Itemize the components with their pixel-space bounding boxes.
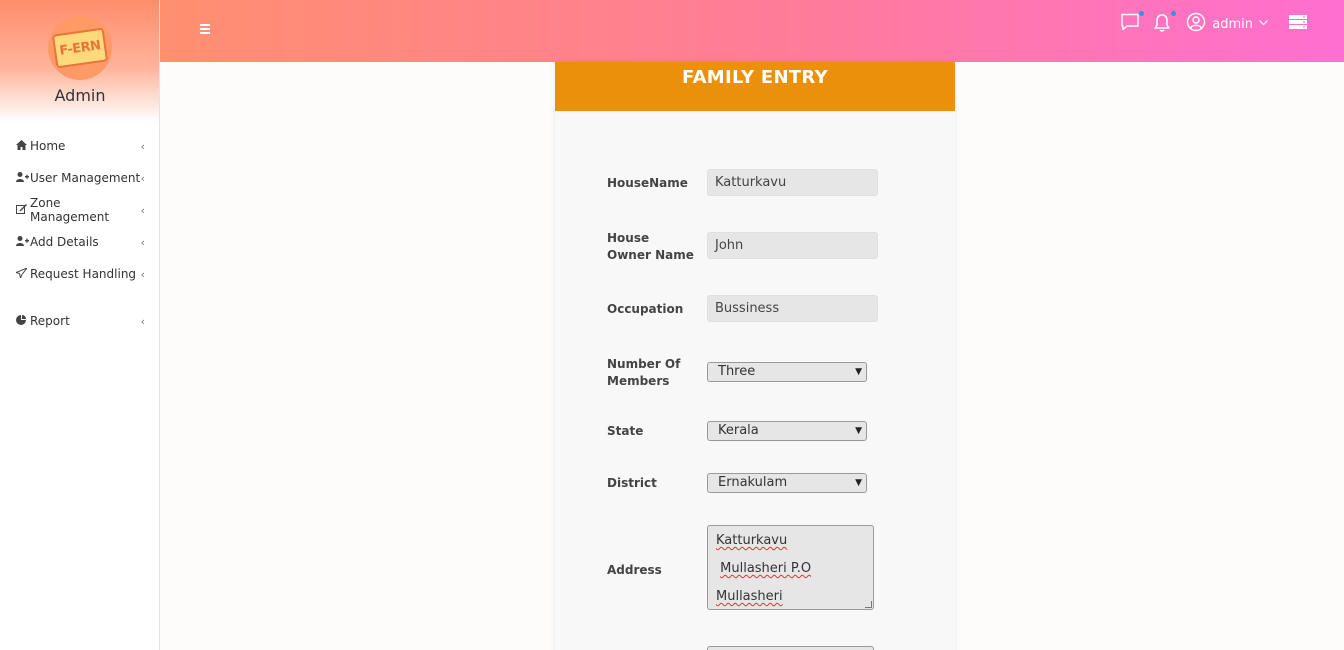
sidebar-nav: Home ‹ User Management ‹ Zone Management… xyxy=(0,122,159,337)
sidebar-item-home[interactable]: Home ‹ xyxy=(0,130,159,162)
edit-icon xyxy=(16,203,30,217)
user-plus-icon xyxy=(16,171,30,185)
card-header: FAMILY ENTRY xyxy=(555,62,955,111)
sidebar-item-zone-management[interactable]: Zone Management ‹ xyxy=(0,194,159,226)
user-menu[interactable]: admin xyxy=(1186,12,1268,36)
home-icon xyxy=(16,139,30,153)
state-label: State xyxy=(607,424,644,438)
members-label: Number Of Members xyxy=(607,357,681,388)
sidebar-item-label: Zone Management xyxy=(30,196,110,224)
form-title: FAMILY ENTRY xyxy=(682,67,828,88)
app-logo[interactable]: F-ERN xyxy=(48,16,112,80)
district-selected: Ernakulam xyxy=(718,475,788,490)
state-selected: Kerala xyxy=(718,423,759,438)
sidebar-item-user-management[interactable]: User Management ‹ xyxy=(0,162,159,194)
logo-text: F-ERN xyxy=(58,37,102,59)
house-name-label: HouseName xyxy=(607,176,688,190)
chevron-left-icon: ‹ xyxy=(140,203,145,217)
topbar-actions: admin xyxy=(1110,11,1310,36)
sidebar-header: F-ERN Admin xyxy=(0,0,159,122)
owner-name-input[interactable]: John xyxy=(707,232,878,259)
district-select[interactable]: Ernakulam ▼ xyxy=(707,473,867,493)
username: admin xyxy=(1212,16,1253,32)
sidebar-item-label: User Management xyxy=(30,171,141,185)
user-plus-icon xyxy=(16,235,30,249)
stack-icon[interactable] xyxy=(1288,13,1310,35)
sidebar-item-label: Add Details xyxy=(30,235,99,249)
state-select[interactable]: Kerala ▼ xyxy=(707,421,867,441)
house-name-input[interactable]: Katturkavu xyxy=(707,169,878,196)
chevron-left-icon: ‹ xyxy=(140,139,145,153)
address-line: Katturkavu xyxy=(716,533,788,548)
dropdown-arrow-icon: ▼ xyxy=(855,478,862,488)
sidebar-title: Admin xyxy=(54,86,106,105)
chevron-down-icon xyxy=(1259,19,1268,29)
bell-icon[interactable] xyxy=(1152,11,1177,35)
sidebar: F-ERN Admin Home ‹ User Management ‹ Zon… xyxy=(0,0,160,650)
menu-icon[interactable] xyxy=(200,22,212,38)
occupation-input[interactable]: Bussiness xyxy=(707,295,878,322)
paper-plane-icon xyxy=(14,266,30,281)
sidebar-item-add-details[interactable]: Add Details ‹ xyxy=(0,226,159,258)
chevron-left-icon: ‹ xyxy=(140,314,145,328)
next-field-input[interactable] xyxy=(707,646,874,650)
members-selected: Three xyxy=(718,364,756,379)
topbar: admin xyxy=(160,0,1344,62)
pie-chart-icon xyxy=(16,314,30,328)
members-select[interactable]: Three ▼ xyxy=(707,362,867,382)
sidebar-item-report[interactable]: Report ‹ xyxy=(0,305,159,337)
chevron-left-icon: ‹ xyxy=(140,267,145,281)
logo-badge: F-ERN xyxy=(51,27,109,69)
resize-handle[interactable] xyxy=(865,601,872,608)
address-line: Mullasheri xyxy=(716,589,783,604)
chevron-left-icon: ‹ xyxy=(140,171,145,185)
occupation-label: Occupation xyxy=(607,302,684,316)
chevron-left-icon: ‹ xyxy=(140,235,145,249)
sidebar-item-request-handling[interactable]: Request Handling ‹ xyxy=(0,258,159,290)
family-entry-card: FAMILY ENTRY HouseName Katturkavu House … xyxy=(555,62,955,650)
dropdown-arrow-icon: ▼ xyxy=(855,367,862,377)
sidebar-item-label: Request Handling xyxy=(30,267,137,281)
notification-dot xyxy=(1171,11,1177,16)
owner-name-label: House Owner Name xyxy=(607,231,694,262)
notification-dot xyxy=(1139,11,1145,16)
user-circle-icon xyxy=(1186,12,1206,36)
address-textarea[interactable]: Katturkavu Mullasheri P.O Mullasheri xyxy=(707,525,874,610)
sidebar-item-label: Home xyxy=(30,139,66,153)
sidebar-item-label: Report xyxy=(30,314,70,328)
chat-icon[interactable] xyxy=(1120,11,1145,35)
address-label: Address xyxy=(607,563,662,577)
dropdown-arrow-icon: ▼ xyxy=(855,426,862,436)
address-line: Mullasheri P.O xyxy=(720,561,812,576)
district-label: District xyxy=(607,476,657,490)
